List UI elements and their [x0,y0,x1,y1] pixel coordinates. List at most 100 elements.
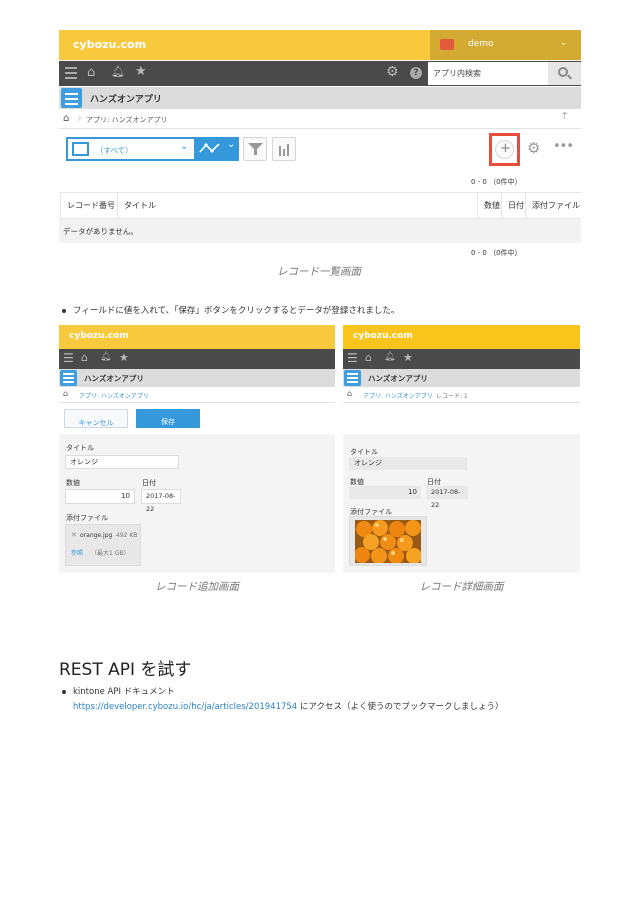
record-add-screenshot: cybozu.com ☰ ⌂ 🔔︎ ★ ハンズオンアプリ ⌂ アプリ: ハンズオ… [59,325,335,573]
app-icon [60,370,77,386]
column-header-record-number[interactable]: レコード番号 [60,193,118,219]
date-field-value: 2017-08-22 [146,492,176,513]
breadcrumb-record: レコード: 1 [436,393,468,400]
chart-button[interactable] [272,137,296,161]
column-header-attachment[interactable]: 添付ファイル [525,193,581,219]
breadcrumb-separator: › [77,111,82,125]
caption-record-detail: レコード詳細画面 [419,581,504,593]
number-field-value: 10 [121,492,130,500]
title-field-label: タイトル [66,444,94,452]
avatar [440,39,454,50]
nav-bar: ⌂ 🔔︎ ★ ⚙ ? アプリ内検索 [59,61,581,86]
bell-icon[interactable]: 🔔︎ [384,352,395,362]
browse-link[interactable]: 参照 [71,548,83,557]
menu-icon[interactable]: ☰ [347,351,358,365]
menu-icon[interactable]: ☰ [63,351,74,365]
column-header-date[interactable]: 日付 [501,193,525,219]
search-icon-handle [567,74,572,80]
help-icon[interactable]: ? [410,67,422,79]
nav-bar: ☰ ⌂ 🔔︎ ★ [343,349,580,369]
graph-icon [199,143,220,153]
app-title[interactable]: ハンズオンアプリ [90,92,162,105]
user-menu[interactable]: demo ⌄ [430,30,581,60]
chevron-down-icon: ⌄ [560,38,568,48]
bullet-text: フィールドに値を入れて、「保存」ボタンをクリックするとデータが登録されました。 [73,306,400,316]
plus-icon: + [500,141,511,156]
home-icon[interactable]: ⌂ [365,351,372,364]
home-icon[interactable]: ⌂ [87,65,95,80]
column-header-title[interactable]: タイトル [117,193,479,219]
app-icon [344,370,361,386]
chevron-down-icon: ⌄ [180,141,189,152]
date-field[interactable]: 2017-08-22 [141,489,181,513]
star-icon[interactable]: ★ [403,351,413,364]
user-name: demo [468,39,494,49]
header-bar: cybozu.com demo ⌄ [59,30,581,60]
home-icon[interactable]: ⌂ [347,389,352,398]
number-field[interactable]: 10 [65,489,135,504]
cancel-button[interactable]: キャンセル [64,409,128,428]
date-value: 2017-08-22 [431,488,461,509]
search-button[interactable] [548,62,581,85]
record-list-screenshot: cybozu.com demo ⌄ ⌂ 🔔︎ ★ ⚙ ? アプリ内検索 ハンズオ… [59,30,581,262]
file-name[interactable]: orange.jpg [80,532,112,539]
header-bar: cybozu.com [343,325,580,349]
app-title[interactable]: ハンズオンアプリ [84,373,144,384]
table-view-icon [72,142,89,156]
attachment-thumb-frame [349,516,427,566]
breadcrumb-app[interactable]: アプリ: ハンズオンアプリ [79,391,149,400]
star-icon[interactable]: ★ [135,64,147,79]
record-count-top: 0 - 0 （0件中） [471,178,522,186]
logo[interactable]: cybozu.com [73,38,146,51]
app-icon [61,88,82,108]
breadcrumb-app[interactable]: アプリ: ハンズオンアプリ [363,391,433,400]
app-title-bar: ハンズオンアプリ [343,369,580,387]
remove-file-icon[interactable]: ✕ [71,531,77,539]
home-icon[interactable]: ⌂ [63,113,69,124]
pin-icon[interactable]: ⍑ [562,112,567,122]
star-icon[interactable]: ★ [119,351,129,364]
breadcrumb: ⌂ › アプリ: ハンズオンアプリ ⍑ [59,110,581,129]
app-title[interactable]: ハンズオンアプリ [368,373,428,384]
bell-icon[interactable]: 🔔︎ [111,65,125,78]
number-field-label: 数値 [66,479,80,487]
app-title-bar: ハンズオンアプリ [59,87,581,109]
search-input[interactable]: アプリ内検索 [428,62,548,85]
empty-message: データがありません。 [63,227,138,236]
breadcrumb: ⌂ アプリ: ハンズオンアプリ [59,387,335,403]
save-button[interactable]: 保存 [136,409,200,428]
bullet-dot [62,690,66,694]
menu-icon[interactable] [65,67,77,79]
column-header-number[interactable]: 数値 [477,193,501,219]
title-field[interactable]: オレンジ [65,455,179,469]
number-value: 10 [408,488,417,496]
graph-button[interactable]: ⌄ [194,137,239,161]
cancel-label: キャンセル [78,419,114,427]
file-size: 492 KB [116,532,138,539]
api-docs-link[interactable]: https://developer.cybozu.io/hc/ja/articl… [73,702,297,712]
logo[interactable]: cybozu.com [353,331,413,341]
date-field-label: 日付 [142,479,156,487]
max-size-note: （最大1 GB） [91,550,130,557]
nav-bar: ☰ ⌂ 🔔︎ ★ [59,349,335,369]
bell-icon[interactable]: 🔔︎ [100,352,111,362]
filter-button[interactable] [243,137,267,161]
record-count-bottom: 0 - 0 （0件中） [471,249,522,257]
more-icon[interactable]: ••• [553,139,574,154]
add-record-button[interactable]: + [495,140,514,159]
breadcrumb-app[interactable]: アプリ: ハンズオンアプリ [86,115,167,125]
bullet-text: kintone API ドキュメント [73,687,175,697]
home-icon[interactable]: ⌂ [63,389,68,398]
action-bar [343,403,580,434]
home-icon[interactable]: ⌂ [81,351,88,364]
orange-image[interactable] [355,520,421,563]
filter-icon [248,143,263,155]
logo[interactable]: cybozu.com [69,331,129,341]
gear-icon[interactable]: ⚙ [527,139,540,157]
view-selector[interactable]: （すべて） ⌄ [66,137,196,161]
bullet-dot [62,309,66,313]
app-title-bar: ハンズオンアプリ [59,369,335,387]
bullet-link-suffix: にアクセス（よく使うのでブックマークしましょう） [297,702,504,712]
gear-icon[interactable]: ⚙ [386,64,399,80]
title-value: オレンジ [354,459,382,467]
